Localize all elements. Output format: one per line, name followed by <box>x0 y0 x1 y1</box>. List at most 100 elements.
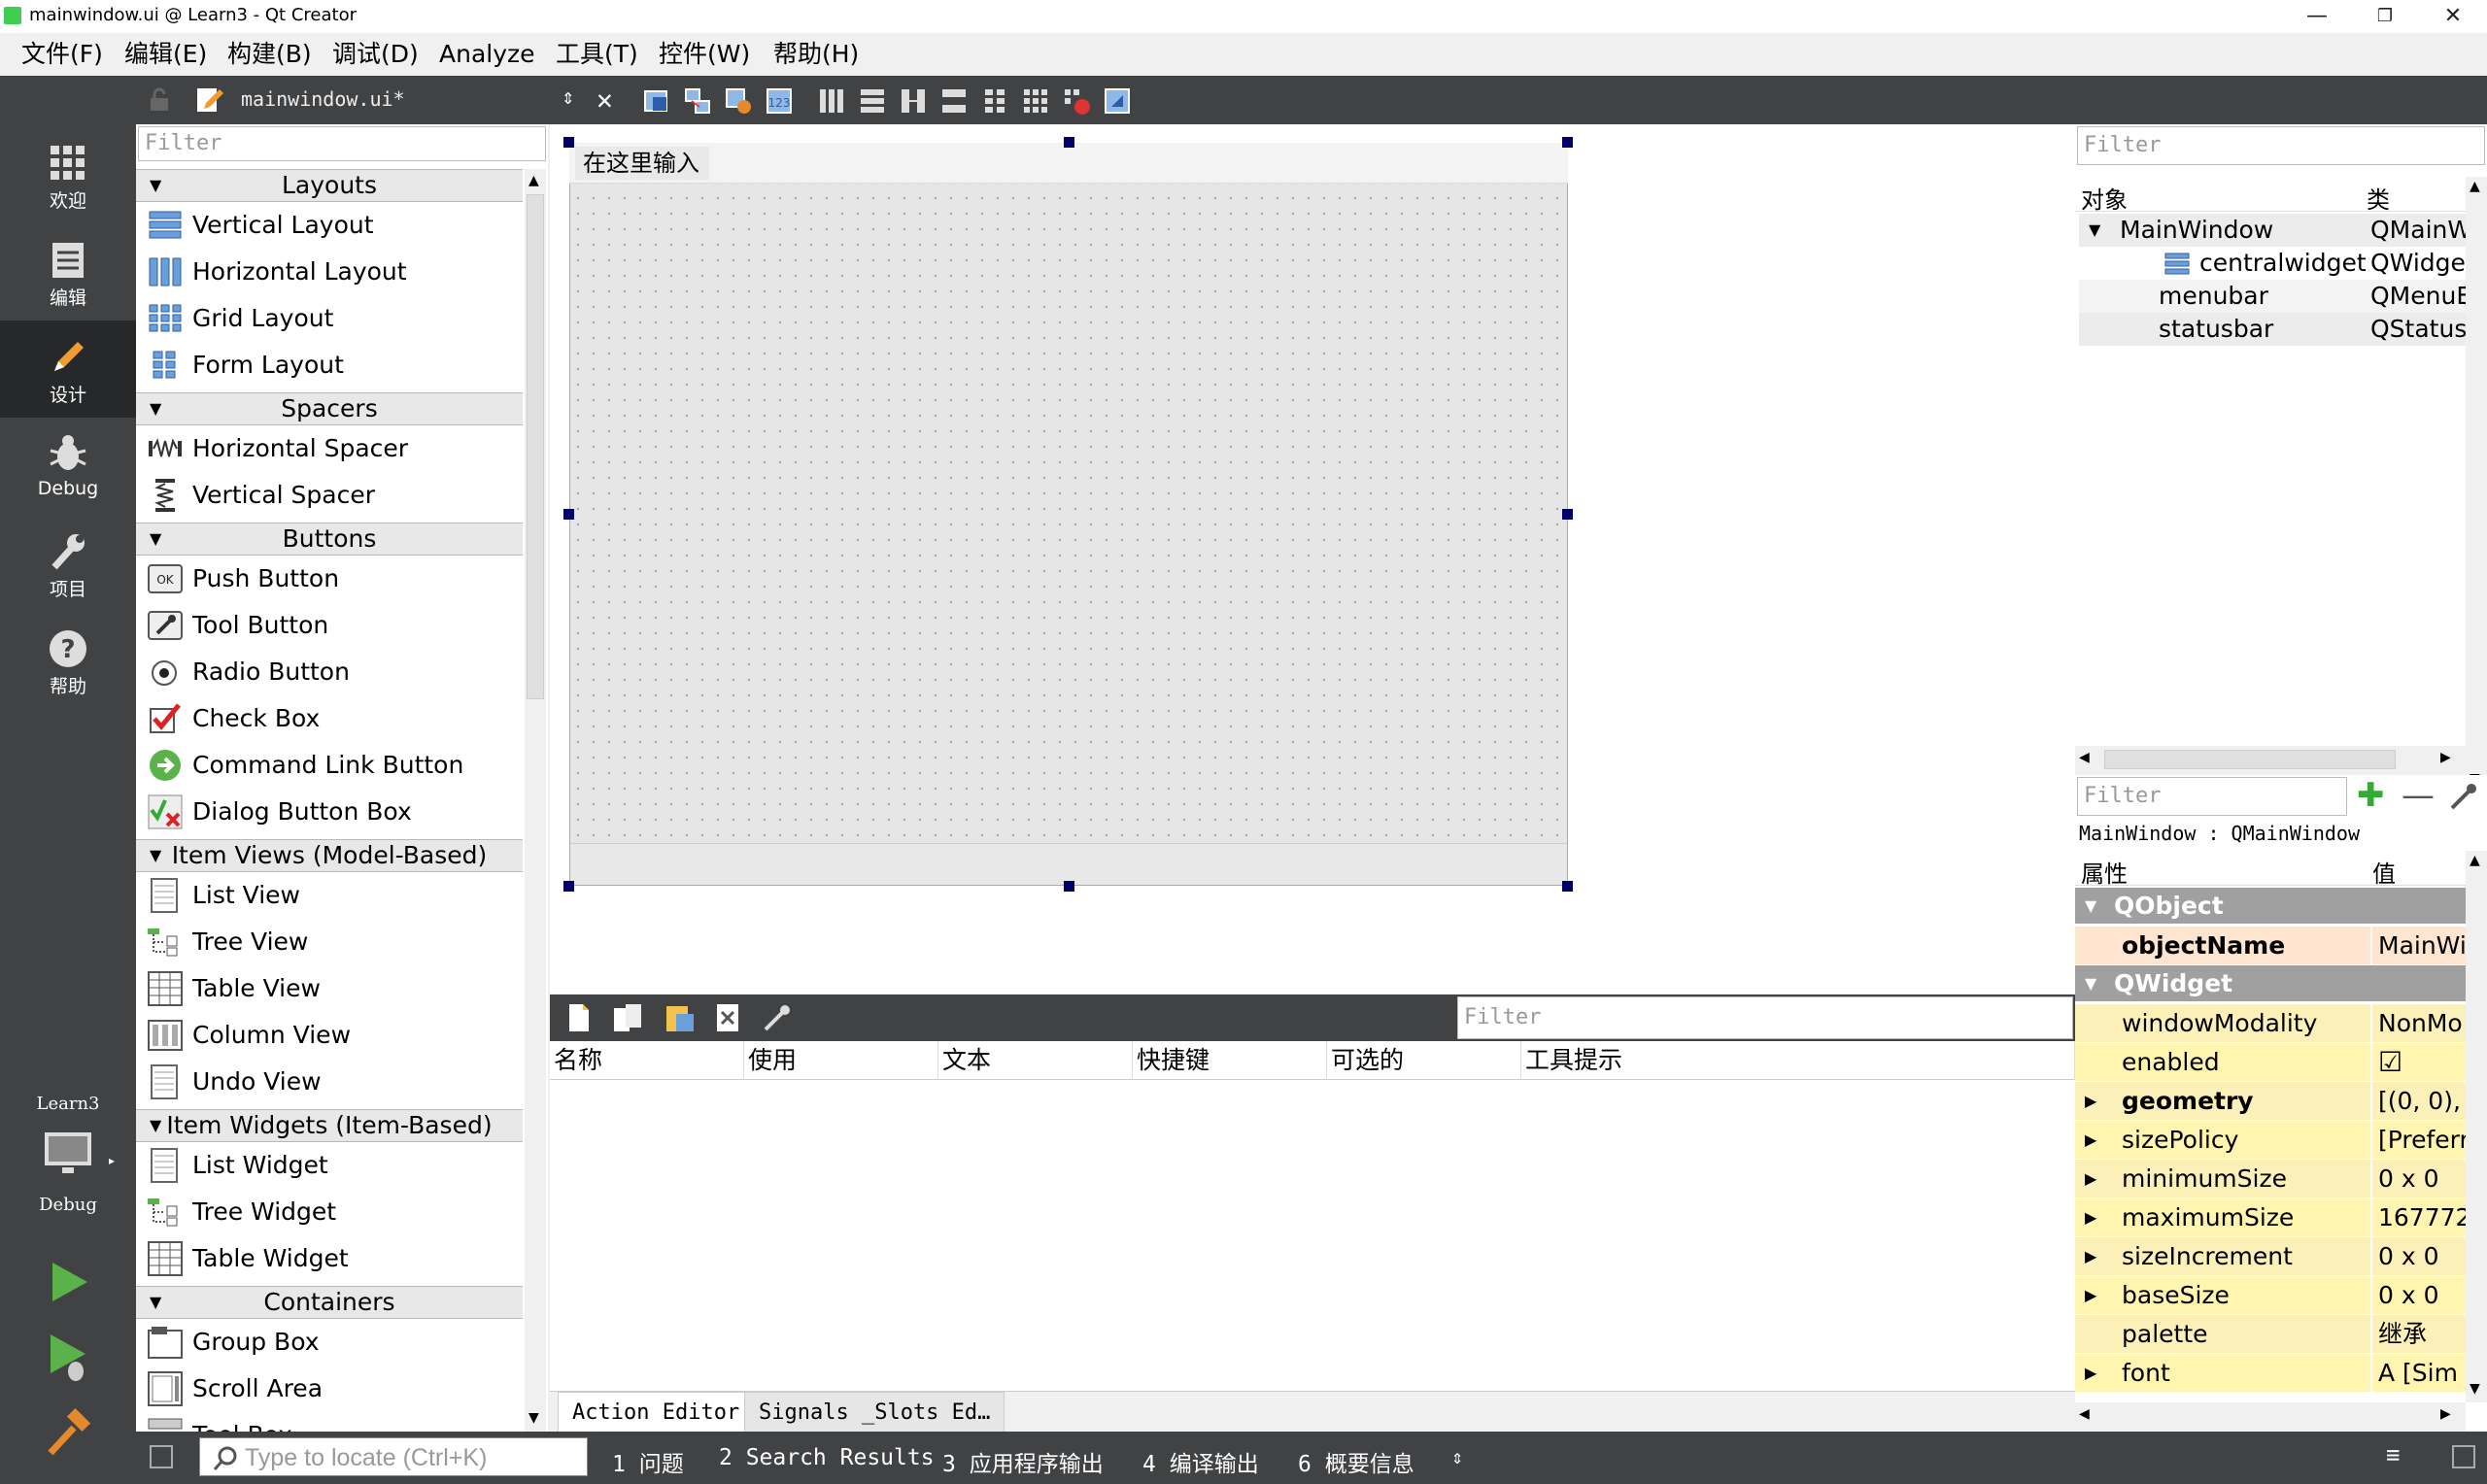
adjust-size-icon[interactable] <box>1102 85 1133 117</box>
tab-action-editor[interactable]: Action Editor <box>558 1392 755 1433</box>
scroll-right-icon[interactable]: ▶ <box>2440 1406 2451 1422</box>
property-row-basesize[interactable]: ▶ baseSize 0 x 0 <box>2075 1276 2466 1315</box>
lay-out-vertically-icon[interactable] <box>857 85 888 117</box>
scroll-down-icon[interactable]: ▼ <box>2470 1381 2480 1397</box>
col-checkable[interactable]: 可选的 <box>1327 1041 1521 1080</box>
expand-arrow-icon[interactable]: ▶ <box>2085 1198 2096 1237</box>
widget-column-view[interactable]: Column View <box>136 1012 523 1059</box>
kit-project[interactable]: Learn3 <box>0 1094 136 1114</box>
file-tab-name[interactable]: mainwindow.ui* <box>241 87 405 111</box>
main-window-form[interactable] <box>569 143 1568 886</box>
maximize-button[interactable]: ❐ <box>2351 0 2419 33</box>
property-value[interactable]: 0 x 0 <box>2370 1160 2466 1198</box>
property-value[interactable]: 1677721 <box>2370 1198 2466 1237</box>
menu-edit[interactable]: 编辑(E) <box>119 39 213 70</box>
scroll-right-icon[interactable]: ▶ <box>2440 750 2451 765</box>
configure-icon[interactable] <box>760 1002 795 1033</box>
widget-scroll-area[interactable]: Scroll Area <box>136 1366 523 1412</box>
tree-row-mainwindow[interactable]: ▼ MainWindow QMainW <box>2079 214 2487 247</box>
menu-type-here[interactable]: 在这里输入 <box>575 147 709 180</box>
property-row-sizeincrement[interactable]: ▶ sizeIncrement 0 x 0 <box>2075 1237 2466 1276</box>
widget-group-box[interactable]: Group Box <box>136 1319 523 1366</box>
close-document-icon[interactable]: ✕ <box>596 84 613 116</box>
widget-grid-layout[interactable]: Grid Layout <box>136 295 523 342</box>
property-row-enabled[interactable]: enabled ☑ <box>2075 1043 2466 1082</box>
debug-run-icon[interactable] <box>45 1332 91 1383</box>
property-value[interactable]: 0 x 0 <box>2370 1276 2466 1315</box>
scroll-down-icon[interactable]: ▼ <box>528 1410 539 1426</box>
pane-general-messages[interactable]: 6 概要信息 <box>1298 1445 1414 1478</box>
copy-action-icon[interactable] <box>610 1002 647 1033</box>
resize-handle[interactable] <box>1562 137 1573 148</box>
resize-handle[interactable] <box>563 509 574 520</box>
scroll-left-icon[interactable]: ◀ <box>2079 1406 2090 1422</box>
category-spacers[interactable]: ▼ Spacers <box>136 392 523 425</box>
property-row-sizepolicy[interactable]: ▶ sizePolicy [Preferr <box>2075 1121 2466 1160</box>
property-value[interactable]: [(0, 0), 5 <box>2370 1082 2466 1121</box>
expand-arrow-icon[interactable]: ▶ <box>2085 1160 2096 1198</box>
scroll-up-icon[interactable]: ▲ <box>2470 179 2480 194</box>
pane-search-results[interactable]: 2 Search Results <box>719 1445 935 1470</box>
delete-action-icon[interactable] <box>713 1002 744 1033</box>
menu-help[interactable]: 帮助(H) <box>767 39 865 70</box>
widget-vertical-spacer[interactable]: Vertical Spacer <box>136 472 523 519</box>
category-item-widgets[interactable]: ▼ Item Widgets (Item-Based) <box>136 1109 523 1142</box>
col-object[interactable]: 对象 <box>2081 181 2128 215</box>
mode-help[interactable]: ? 帮助 <box>0 612 136 709</box>
category-buttons[interactable]: ▼ Buttons <box>136 523 523 556</box>
configure-icon[interactable] <box>2446 781 2481 812</box>
resize-handle[interactable] <box>563 137 574 148</box>
col-name[interactable]: 名称 <box>550 1041 744 1080</box>
resize-handle[interactable] <box>1562 881 1573 892</box>
widgetbox-scrollbar[interactable]: ▲ ▼ <box>525 169 546 1432</box>
edit-signals-slots-icon[interactable] <box>682 85 713 117</box>
scrollbar-thumb[interactable] <box>2104 750 2396 769</box>
widget-command-link-button[interactable]: Command Link Button <box>136 742 523 789</box>
pane-issues[interactable]: 1 问题 <box>612 1445 684 1478</box>
lay-out-form-icon[interactable] <box>979 85 1010 117</box>
widget-radio-button[interactable]: Radio Button <box>136 649 523 695</box>
col-property[interactable]: 属性 <box>2081 855 2128 889</box>
lay-out-horizontally-icon[interactable] <box>816 85 847 117</box>
property-group-qobject[interactable]: ▼ QObject <box>2075 888 2466 925</box>
break-layout-icon[interactable] <box>1061 85 1092 117</box>
col-shortcut[interactable]: 快捷键 <box>1133 1041 1327 1080</box>
col-class[interactable]: 类 <box>2367 181 2390 215</box>
widget-tool-button[interactable]: Tool Button <box>136 602 523 649</box>
resize-handle[interactable] <box>563 881 574 892</box>
property-row-objectname[interactable]: objectName MainWi <box>2075 927 2466 965</box>
toggle-right-sidebar-icon[interactable] <box>2452 1445 2475 1468</box>
edit-buddies-icon[interactable] <box>723 85 754 117</box>
form-menubar[interactable]: 在这里输入 <box>569 143 1568 184</box>
splitter-vertical-icon[interactable] <box>938 85 970 117</box>
object-vscroll[interactable]: ▲ ▼ <box>2466 177 2487 787</box>
form-statusbar[interactable] <box>570 843 1567 885</box>
property-value[interactable]: A [Sim <box>2370 1354 2466 1393</box>
property-value[interactable]: 继承 <box>2370 1315 2466 1354</box>
expand-arrow-icon[interactable]: ▼ <box>2089 214 2100 247</box>
remove-property-icon[interactable]: — <box>2402 777 2435 814</box>
property-row-palette[interactable]: palette 继承 <box>2075 1315 2466 1354</box>
property-row-windowmodality[interactable]: windowModality NonMo <box>2075 1004 2466 1043</box>
scroll-up-icon[interactable]: ▲ <box>2470 853 2480 868</box>
object-filter-input[interactable]: Filter <box>2077 126 2485 165</box>
property-vscroll[interactable]: ▲ ▼ <box>2466 851 2487 1402</box>
mode-welcome[interactable]: 欢迎 <box>0 126 136 223</box>
menu-analyze[interactable]: Analyze <box>433 39 541 70</box>
pane-application-output[interactable]: 3 应用程序输出 <box>942 1445 1104 1478</box>
expand-arrow-icon[interactable]: ▶ <box>2085 1276 2096 1315</box>
menu-file[interactable]: 文件(F) <box>16 39 109 70</box>
widgetbox-filter-input[interactable]: Filter <box>138 126 546 161</box>
menu-controls[interactable]: 控件(W) <box>653 39 756 70</box>
property-row-maximumsize[interactable]: ▶ maximumSize 1677721 <box>2075 1198 2466 1237</box>
widget-horizontal-layout[interactable]: Horizontal Layout <box>136 249 523 295</box>
widget-tool-box[interactable]: Tool Box <box>136 1412 523 1432</box>
run-icon[interactable] <box>45 1259 91 1305</box>
expand-arrow-icon[interactable]: ▶ <box>2085 1121 2096 1160</box>
widget-table-view[interactable]: Table View <box>136 965 523 1012</box>
property-hscroll[interactable]: ◀ ▶ <box>2075 1402 2466 1432</box>
new-action-icon[interactable] <box>563 1002 595 1033</box>
menu-debug[interactable]: 调试(D) <box>326 39 425 70</box>
widget-push-button[interactable]: OK Push Button <box>136 556 523 602</box>
category-containers[interactable]: ▼ Containers <box>136 1286 523 1319</box>
